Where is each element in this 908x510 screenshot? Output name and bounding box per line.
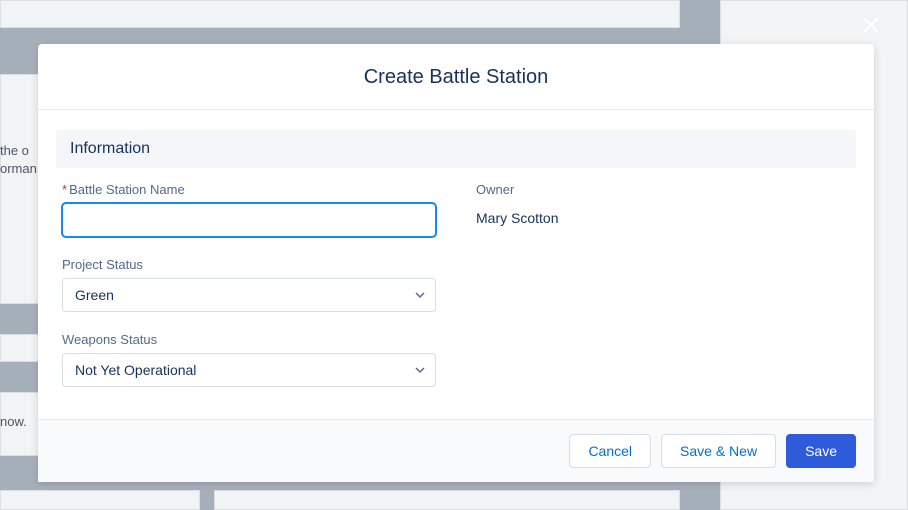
weapons-status-select-wrap: Not Yet Operational [62, 353, 436, 387]
modal-title: Create Battle Station [38, 66, 874, 89]
modal-footer: Cancel Save & New Save [38, 419, 874, 482]
field-weapons-status: Weapons Status Not Yet Operational [62, 332, 436, 387]
project-status-value: Green [75, 287, 114, 303]
label-battle-station-name: *Battle Station Name [62, 182, 436, 197]
field-owner: Owner Mary Scotton [476, 182, 850, 226]
required-asterisk: * [62, 182, 67, 197]
label-owner: Owner [476, 182, 850, 197]
project-status-select-wrap: Green [62, 278, 436, 312]
label-weapons-status: Weapons Status [62, 332, 436, 347]
label-project-status: Project Status [62, 257, 436, 272]
label-text: Battle Station Name [69, 182, 185, 197]
form-grid: *Battle Station Name Project Status Gree… [56, 168, 856, 407]
bg-text: now. [0, 414, 27, 429]
section-header-information: Information [56, 130, 856, 168]
weapons-status-value: Not Yet Operational [75, 362, 196, 378]
save-and-new-button[interactable]: Save & New [661, 434, 776, 468]
owner-value: Mary Scotton [476, 203, 850, 226]
modal-header: Create Battle Station [38, 44, 874, 110]
close-icon[interactable] [858, 12, 884, 38]
form-column-right: Owner Mary Scotton [476, 182, 850, 407]
field-project-status: Project Status Green [62, 257, 436, 312]
save-button[interactable]: Save [786, 434, 856, 468]
field-battle-station-name: *Battle Station Name [62, 182, 436, 237]
create-battle-station-modal: Create Battle Station Information *Battl… [38, 44, 874, 482]
bg-text: orman [0, 161, 37, 176]
battle-station-name-input[interactable] [62, 203, 436, 237]
form-column-left: *Battle Station Name Project Status Gree… [62, 182, 436, 407]
modal-body: Information *Battle Station Name Project… [38, 110, 874, 419]
project-status-select[interactable]: Green [62, 278, 436, 312]
cancel-button[interactable]: Cancel [569, 434, 651, 468]
bg-text: the o [0, 143, 29, 158]
weapons-status-select[interactable]: Not Yet Operational [62, 353, 436, 387]
